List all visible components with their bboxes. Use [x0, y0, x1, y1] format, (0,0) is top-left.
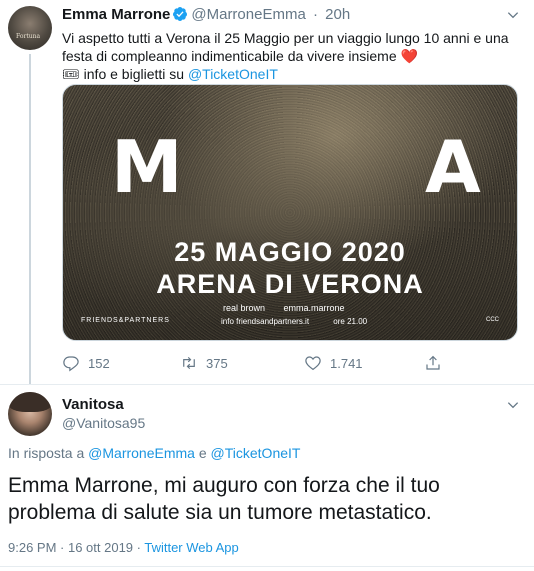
poster-social-facebook: emma.marrone [283, 303, 345, 313]
like-icon [305, 356, 321, 371]
avatar-text: Fortuna [16, 33, 41, 40]
reply-text-line: Emma Marrone, mi auguro con forza che il… [8, 474, 440, 497]
reply-join: e [194, 445, 211, 461]
reply-icon [63, 356, 79, 372]
reply-timestamp[interactable]: 9:26 PM · 16 ott 2019 · [8, 540, 144, 555]
author-handle[interactable]: @MarroneEmma [191, 6, 305, 23]
reply-text-line: problema di salute sia un tumore metasta… [8, 501, 432, 524]
reply-button[interactable]: 152 [62, 354, 110, 372]
poster-socials: real brown emma.marrone [223, 303, 361, 313]
verified-icon [173, 7, 188, 21]
chevron-down-icon[interactable] [506, 398, 520, 412]
share-button[interactable] [424, 354, 442, 372]
retweet-button[interactable]: 375 [180, 354, 228, 372]
tweet-divider [0, 384, 534, 385]
tweet-text-line: Vi aspetto tutti a Verona il 25 Maggio p… [62, 30, 509, 46]
poster-letter-right: A [425, 125, 481, 209]
poster-credit-logo: CCC [486, 317, 499, 323]
reply-meta: 9:26 PM · 16 ott 2019 · Twitter Web App [8, 540, 239, 555]
tweet-text-line: 🎟 info e biglietti su @TicketOneIT [62, 65, 524, 83]
poster-info-site: info friendsandpartners.it [221, 317, 310, 326]
like-count: 1.741 [330, 355, 363, 371]
tweet-text: Vi aspetto tutti a Verona il 25 Maggio p… [62, 29, 524, 83]
reply-author-name[interactable]: Vanitosa [62, 396, 124, 413]
poster-info-hour: ore 21.00 [333, 317, 368, 326]
mention-link[interactable]: @MarroneEmma [88, 445, 195, 461]
tweet-actions: 152 375 1.741 [62, 354, 482, 376]
bottom-divider [0, 566, 534, 567]
reply-count: 152 [88, 355, 110, 371]
poster-venue: ARENA DI VERONA [156, 269, 424, 299]
author-avatar[interactable]: Fortuna [8, 6, 52, 50]
original-tweet: Fortuna Emma Marrone @MarroneEmma · 20h V… [0, 0, 534, 385]
time-separator: · [312, 6, 318, 23]
author-name[interactable]: Emma Marrone [62, 6, 170, 23]
retweet-count: 375 [206, 355, 228, 371]
thread-line [29, 54, 31, 384]
reply-author-avatar[interactable] [8, 392, 52, 436]
reply-author-handle[interactable]: @Vanitosa95 [62, 415, 145, 431]
ticket-text: 🎟 info e biglietti su [62, 66, 188, 82]
poster-social-instagram: real brown [223, 303, 266, 313]
reply-context: In risposta a @MarroneEmma e @TicketOneI… [8, 445, 300, 461]
poster-letter-left: M [111, 125, 183, 209]
media-overlay [63, 85, 517, 340]
reply-text: Emma Marrone, mi auguro con forza che il… [8, 472, 528, 526]
mention-link[interactable]: @TicketOneIT [211, 445, 301, 461]
reply-prefix: In risposta a [8, 445, 89, 461]
poster-date: 25 MAGGIO 2020 [174, 237, 406, 267]
mention-link[interactable]: @TicketOneIT [188, 66, 278, 82]
source-app-link[interactable]: Twitter Web App [144, 540, 238, 555]
tweet-header: Emma Marrone @MarroneEmma · 20h [62, 6, 350, 23]
chevron-down-icon[interactable] [506, 8, 520, 22]
tweet-time[interactable]: 20h [325, 6, 350, 23]
poster-info: info friendsandpartners.it ore 21.00 [221, 317, 389, 326]
like-button[interactable]: 1.741 [304, 354, 363, 372]
share-icon [426, 355, 440, 370]
tweet-text-line: festa di compleanno indimenticabile da v… [62, 48, 418, 64]
retweet-icon [183, 356, 195, 370]
poster-promoter-logo: FRIENDS&PARTNERS [81, 317, 170, 324]
avatar-hair [8, 392, 52, 412]
tweet-media-image[interactable]: M A 25 MAGGIO 2020 ARENA DI VERONA real … [62, 84, 518, 341]
